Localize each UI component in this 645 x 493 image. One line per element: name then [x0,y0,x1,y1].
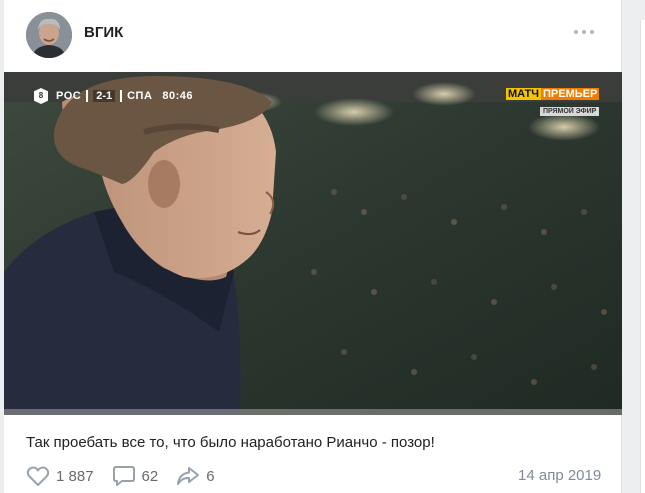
avatar-image [26,12,72,58]
live-label: ПРЯМОЙ ЭФИР [539,107,600,116]
score-separator [120,90,123,102]
match-score: 2-1 [93,90,116,102]
adjacent-panel [624,0,645,493]
speech-bubble-icon [112,466,135,486]
more-options-button[interactable] [572,22,596,42]
more-dot [582,30,586,34]
adjacent-card [640,20,645,493]
channel-logo: МАТЧ ПРЕМЬЕР ПРЯМОЙ ЭФИР [506,88,600,118]
share-count: 6 [206,467,215,485]
like-button[interactable]: 1 887 [26,465,94,487]
photo-scene [4,72,622,415]
author-name[interactable]: ВГИК [84,24,123,41]
more-dot [574,30,578,34]
channel-name-part1: МАТЧ [506,88,542,100]
score-separator [86,90,89,102]
share-arrow-icon [177,467,200,485]
avatar[interactable] [26,12,72,58]
score-overlay: 8 РОС 2-1 СПА 80:46 [34,88,193,104]
channel-name-part2: ПРЕМЬЕР [541,88,600,100]
like-count: 1 887 [56,467,94,485]
heart-icon [26,466,50,486]
comment-count: 62 [141,467,159,485]
away-team: СПА [127,90,153,102]
match-clock: 80:46 [162,90,194,102]
comment-button[interactable]: 62 [112,465,159,487]
round-badge: 8 [34,88,48,104]
post-card: ВГИК 8 РОС 2-1 СПА 80:46 МАТЧ ПРЕМЬЕР ПР… [4,0,622,493]
more-dot [590,30,594,34]
post-text: Так проебать все то, что было наработано… [26,434,435,451]
share-button[interactable]: 6 [176,465,215,487]
post-date[interactable]: 14 апр 2019 [518,467,601,484]
home-team: РОС [56,90,82,102]
post-header: ВГИК [4,0,622,68]
channel-name: МАТЧ ПРЕМЬЕР [506,88,600,100]
post-photo[interactable] [4,72,622,415]
post-actions: 1 887 62 6 [26,464,233,488]
